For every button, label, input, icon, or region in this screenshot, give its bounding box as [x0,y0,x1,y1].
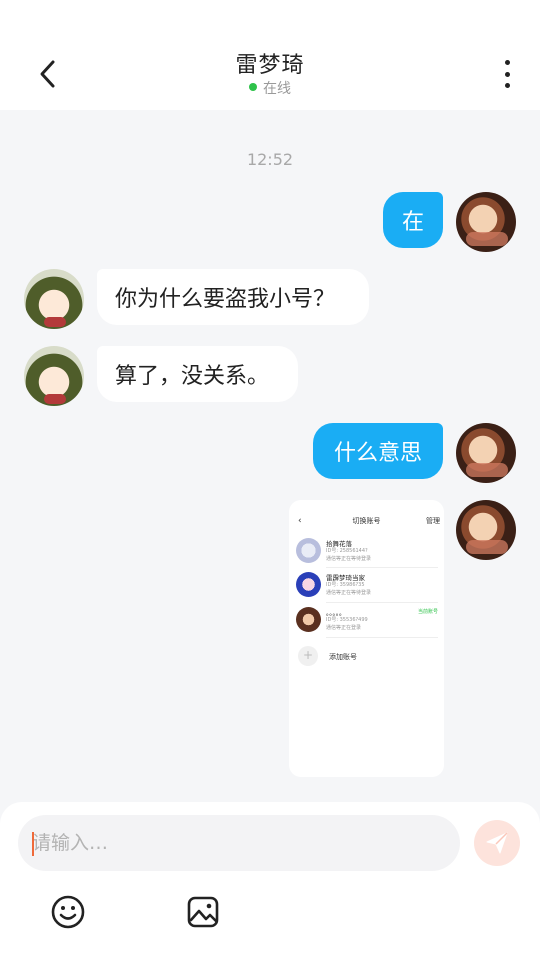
emoji-icon [51,895,85,929]
mini-divider [326,567,438,568]
contact-name: 雷梦琦 [235,53,305,78]
more-dot-icon [504,71,510,77]
mini-account-id: ID号: 35986?35 [326,582,365,588]
mini-account-row: 拾舞花落 ID号: 25856144? 通信等正在等待登录 [296,535,438,569]
emoji-button[interactable] [48,892,88,932]
message-bubble-sent[interactable]: 在 [383,192,443,248]
mini-avatar [296,607,321,632]
message-timestamp: 12:52 [246,150,294,169]
mini-add-label: 添加账号 [329,653,357,661]
status-dot-icon [249,83,257,91]
mini-manage: 管理 [426,517,440,525]
image-button[interactable] [183,892,223,932]
send-button[interactable] [474,820,520,866]
more-dot-icon [504,60,510,65]
mini-avatar [296,572,321,597]
chat-header: 雷梦琦 在线 [0,0,540,110]
message-bubble-received[interactable]: 算了，没关系。 [97,346,298,402]
more-button[interactable] [492,56,522,92]
online-status: 在线 [0,78,540,98]
message-bubble-received[interactable]: 你为什么要盗我小号？ [97,269,369,325]
mini-account-row: 。。。。。 ID号: 35536?499 通信等正在登录 当前账号 [296,604,438,638]
mini-divider [326,637,438,638]
mini-account-row: 雷霹梦琦当家 ID号: 35986?35 通信等正在等待登录 [296,569,438,603]
my-avatar[interactable] [456,500,516,560]
mini-account-status: 通信等正在等待登录 [326,556,372,562]
text-caret [32,832,34,856]
message-input[interactable] [18,815,460,871]
status-label: 在线 [263,81,291,97]
image-icon [187,896,219,928]
mini-title: 切换账号 [352,517,381,525]
mini-add-icon: + [298,646,318,666]
send-icon [486,832,508,854]
mini-account-status: 通信等正在登录 [326,625,362,631]
my-avatar[interactable] [456,423,516,483]
input-panel [0,802,540,960]
mini-account-id: ID号: 25856144? [326,548,368,554]
contact-avatar[interactable] [24,269,84,329]
mini-account-status: 通信等正在等待登录 [326,590,372,596]
my-avatar[interactable] [456,192,516,252]
mini-avatar [296,538,321,563]
contact-avatar[interactable] [24,346,84,406]
image-message[interactable]: ‹ 切换账号 管理 拾舞花落 ID号: 25856144? 通信等正在等待登录 … [289,500,444,777]
mini-divider [326,602,438,603]
message-bubble-sent[interactable]: 什么意思 [313,423,443,479]
mini-account-id: ID号: 35536?499 [326,617,368,623]
more-dot-icon [504,83,510,88]
mini-current-tag: 当前账号 [417,609,438,615]
mini-header: ‹ 切换账号 管理 [289,516,444,528]
